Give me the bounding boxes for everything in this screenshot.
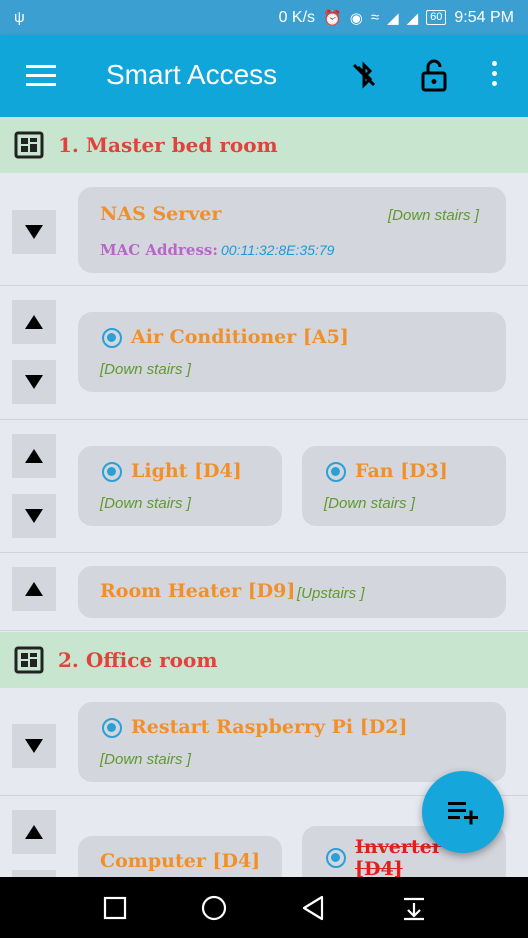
- lock-open-icon[interactable]: [418, 57, 450, 93]
- recents-square-icon[interactable]: [102, 895, 128, 921]
- usb-icon: ψ: [14, 9, 25, 26]
- device-card[interactable]: Light [D4] [Down stairs ]: [78, 446, 282, 526]
- device-card[interactable]: NAS Server [Down stairs ] MAC Address: 0…: [78, 187, 506, 273]
- room-panel-icon: [14, 646, 44, 674]
- menu-icon[interactable]: [26, 65, 56, 87]
- signal-icon: ◢: [387, 9, 399, 27]
- move-down-button[interactable]: [12, 360, 56, 404]
- device-row: Light [D4] [Down stairs ] Fan [D3] [Down…: [0, 420, 528, 553]
- mac-value: 00:11:32:8E:35:79: [221, 242, 335, 258]
- radio-selected-icon: [326, 462, 346, 482]
- device-location: [Down stairs ]: [100, 751, 191, 768]
- device-card[interactable]: Fan [D3] [Down stairs ]: [302, 446, 506, 526]
- notification-pull-icon[interactable]: [401, 895, 427, 921]
- arrow-up-icon: [25, 315, 43, 329]
- room-panel-icon: [14, 131, 44, 159]
- device-name: Computer [D4]: [100, 850, 261, 872]
- device-name: Restart Raspberry Pi [D2]: [131, 716, 408, 738]
- back-triangle-icon[interactable]: [300, 895, 326, 921]
- device-name: Room Heater [D9]: [100, 580, 296, 602]
- playlist-add-icon: [448, 802, 478, 825]
- device-row: NAS Server [Down stairs ] MAC Address: 0…: [0, 173, 528, 286]
- device-card[interactable]: Computer [D4]: [78, 836, 282, 877]
- device-location: [Down stairs ]: [324, 495, 415, 512]
- move-up-button[interactable]: [12, 434, 56, 478]
- move-up-button[interactable]: [12, 810, 56, 854]
- device-card[interactable]: Restart Raspberry Pi [D2] [Down stairs ]: [78, 702, 506, 782]
- system-nav-bar: [0, 877, 528, 938]
- move-down-button[interactable]: [12, 724, 56, 768]
- battery-icon: 60: [426, 10, 447, 25]
- radio-selected-icon: [102, 462, 122, 482]
- device-location: [Upstairs ]: [297, 585, 365, 602]
- move-up-button[interactable]: [12, 300, 56, 344]
- mac-label: MAC Address:: [100, 241, 218, 259]
- status-bar: ψ 0 K/s ⏰ ◉ ≈ ◢ ◢ 60 9:54 PM: [0, 0, 528, 35]
- move-up-button[interactable]: [12, 567, 56, 611]
- arrow-up-icon: [25, 449, 43, 463]
- device-card[interactable]: Room Heater [D9] [Upstairs ]: [78, 566, 506, 618]
- radio-selected-icon: [326, 848, 346, 868]
- move-down-button[interactable]: [12, 494, 56, 538]
- device-card[interactable]: Air Conditioner [A5] [Down stairs ]: [78, 312, 506, 392]
- radio-selected-icon: [102, 718, 122, 738]
- arrow-down-icon: [25, 509, 43, 523]
- device-name: NAS Server: [100, 203, 222, 225]
- signal-2-icon: ◢: [406, 9, 419, 27]
- status-right: 0 K/s ⏰ ◉ ≈ ◢ ◢ 60 9:54 PM: [279, 9, 514, 27]
- home-circle-icon[interactable]: [201, 895, 227, 921]
- arrow-down-icon: [25, 225, 43, 239]
- app-bar: Smart Access: [0, 35, 528, 117]
- radio-selected-icon: [102, 328, 122, 348]
- move-down-button[interactable]: [12, 870, 56, 877]
- room-title: 2. Office room: [58, 648, 218, 672]
- arrow-down-icon: [25, 375, 43, 389]
- device-name: Light [D4]: [131, 460, 242, 482]
- room-header[interactable]: 2. Office room: [0, 632, 528, 688]
- more-vert-icon[interactable]: [486, 61, 502, 91]
- room-list: 1. Master bed room NAS Server [Down stai…: [0, 117, 528, 877]
- device-location: [Down stairs ]: [388, 207, 479, 224]
- room-title: 1. Master bed room: [58, 133, 278, 157]
- device-row: Air Conditioner [A5] [Down stairs ]: [0, 286, 528, 420]
- app-title: Smart Access: [106, 59, 278, 90]
- bluetooth-disabled-icon[interactable]: [346, 57, 382, 93]
- device-location: [Down stairs ]: [100, 361, 191, 378]
- eye-icon: ◉: [349, 9, 363, 27]
- network-speed: 0 K/s: [278, 8, 316, 26]
- move-down-button[interactable]: [12, 210, 56, 254]
- wifi-icon: ≈: [370, 9, 380, 26]
- device-row: Room Heater [D9] [Upstairs ]: [0, 553, 528, 631]
- device-name: Air Conditioner [A5]: [131, 326, 349, 348]
- arrow-up-icon: [25, 825, 43, 839]
- clock: 9:54 PM: [454, 8, 514, 26]
- add-to-list-button[interactable]: [422, 771, 504, 853]
- arrow-up-icon: [25, 582, 43, 596]
- room-header[interactable]: 1. Master bed room: [0, 117, 528, 173]
- device-name: Fan [D3]: [355, 460, 448, 482]
- alarm-icon: ⏰: [323, 9, 342, 27]
- arrow-down-icon: [25, 739, 43, 753]
- device-location: [Down stairs ]: [100, 495, 191, 512]
